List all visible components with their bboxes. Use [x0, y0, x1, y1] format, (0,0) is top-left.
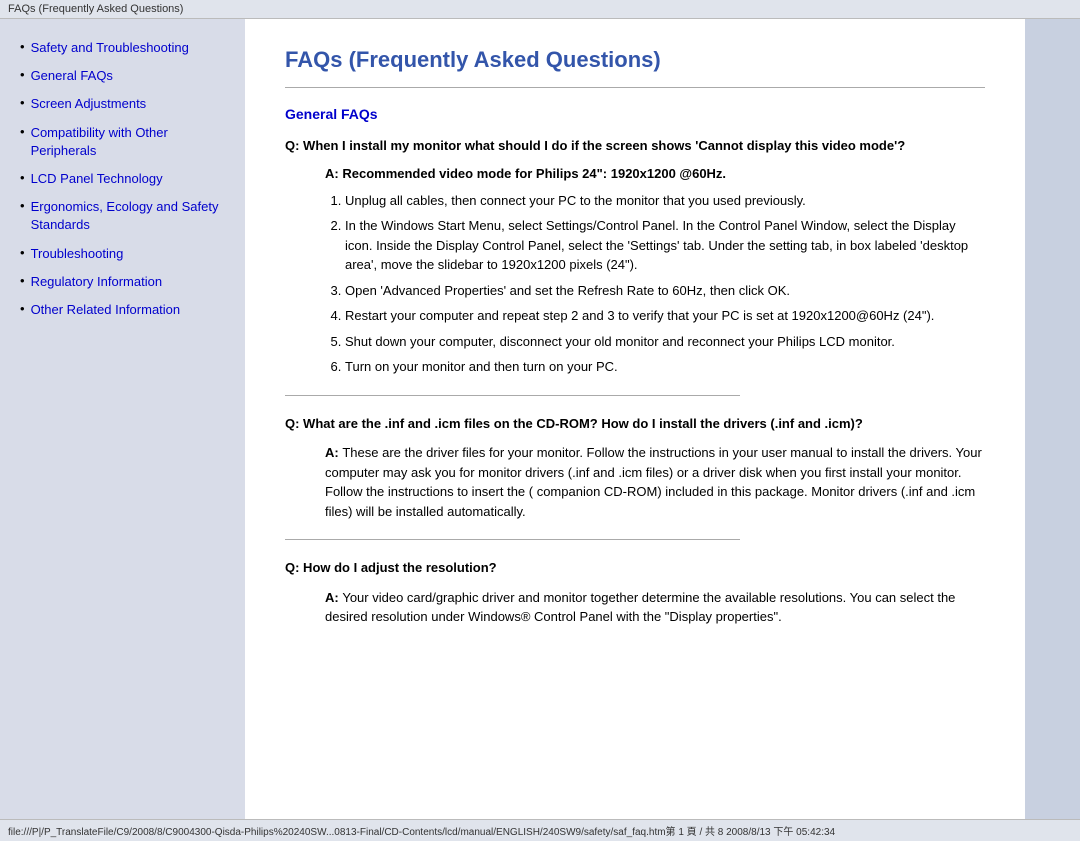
divider-1	[285, 395, 740, 396]
answer-1-highlight-text: Recommended video mode for Philips 24": …	[342, 166, 726, 181]
page-title: FAQs (Frequently Asked Questions)	[285, 47, 985, 73]
nav-list-item: General FAQs	[20, 67, 233, 85]
nav-link[interactable]: Compatibility with Other Peripherals	[31, 124, 233, 160]
nav-list-item: LCD Panel Technology	[20, 170, 233, 188]
nav-link[interactable]: Regulatory Information	[31, 273, 163, 291]
nav-list-item: Troubleshooting	[20, 245, 233, 263]
answer-2-block: A: These are the driver files for your m…	[325, 443, 985, 521]
answer-1-block: A: Recommended video mode for Philips 24…	[325, 166, 985, 377]
nav-list-item: Screen Adjustments	[20, 95, 233, 113]
nav-list-item: Other Related Information	[20, 301, 233, 319]
answer-2-body: A: These are the driver files for your m…	[325, 443, 985, 521]
q1-text: Q: When I install my monitor what should…	[285, 138, 905, 153]
right-panel	[1025, 19, 1080, 819]
nav-link[interactable]: Troubleshooting	[31, 245, 124, 263]
status-bar: file:///P|/P_TranslateFile/C9/2008/8/C90…	[0, 819, 1080, 841]
nav-link[interactable]: Safety and Troubleshooting	[31, 39, 189, 57]
q3-text: Q: How do I adjust the resolution?	[285, 560, 497, 575]
answer-3-label: A:	[325, 590, 342, 605]
question-2: Q: What are the .inf and .icm files on t…	[285, 414, 985, 434]
nav-list-item: Safety and Troubleshooting	[20, 39, 233, 57]
answer-1-highlight: A: Recommended video mode for Philips 24…	[325, 166, 985, 181]
nav-link[interactable]: Screen Adjustments	[31, 95, 147, 113]
title-bar-text: FAQs (Frequently Asked Questions)	[8, 3, 183, 15]
answer-1-label: A:	[325, 166, 342, 181]
nav-link[interactable]: LCD Panel Technology	[31, 170, 163, 188]
step-item: Unplug all cables, then connect your PC …	[345, 191, 985, 211]
content-area: FAQs (Frequently Asked Questions) Genera…	[245, 19, 1025, 819]
status-bar-text: file:///P|/P_TranslateFile/C9/2008/8/C90…	[8, 827, 835, 838]
answer-1-steps: Unplug all cables, then connect your PC …	[345, 191, 985, 377]
nav-list: Safety and Troubleshooting General FAQs Sc…	[20, 39, 233, 319]
nav-link[interactable]: Other Related Information	[31, 301, 181, 319]
title-divider	[285, 87, 985, 88]
nav-list-item: Ergonomics, Ecology and Safety Standards	[20, 198, 233, 234]
answer-2-body-text: These are the driver files for your moni…	[325, 445, 982, 519]
question-1: Q: When I install my monitor what should…	[285, 136, 985, 156]
step-item: Turn on your monitor and then turn on yo…	[345, 357, 985, 377]
q2-text: Q: What are the .inf and .icm files on t…	[285, 416, 863, 431]
answer-3-body: A: Your video card/graphic driver and mo…	[325, 588, 985, 627]
sidebar: Safety and Troubleshooting General FAQs Sc…	[0, 19, 245, 819]
question-3: Q: How do I adjust the resolution?	[285, 558, 985, 578]
title-bar: FAQs (Frequently Asked Questions)	[0, 0, 1080, 19]
answer-3-body-text: Your video card/graphic driver and monit…	[325, 590, 955, 625]
step-item: Open 'Advanced Properties' and set the R…	[345, 281, 985, 301]
section-title: General FAQs	[285, 106, 985, 122]
step-item: In the Windows Start Menu, select Settin…	[345, 216, 985, 275]
nav-link[interactable]: Ergonomics, Ecology and Safety Standards	[31, 198, 233, 234]
nav-list-item: Compatibility with Other Peripherals	[20, 124, 233, 160]
divider-2	[285, 539, 740, 540]
step-item: Shut down your computer, disconnect your…	[345, 332, 985, 352]
nav-link[interactable]: General FAQs	[31, 67, 113, 85]
answer-2-label: A:	[325, 445, 342, 460]
answer-3-block: A: Your video card/graphic driver and mo…	[325, 588, 985, 627]
nav-list-item: Regulatory Information	[20, 273, 233, 291]
step-item: Restart your computer and repeat step 2 …	[345, 306, 985, 326]
